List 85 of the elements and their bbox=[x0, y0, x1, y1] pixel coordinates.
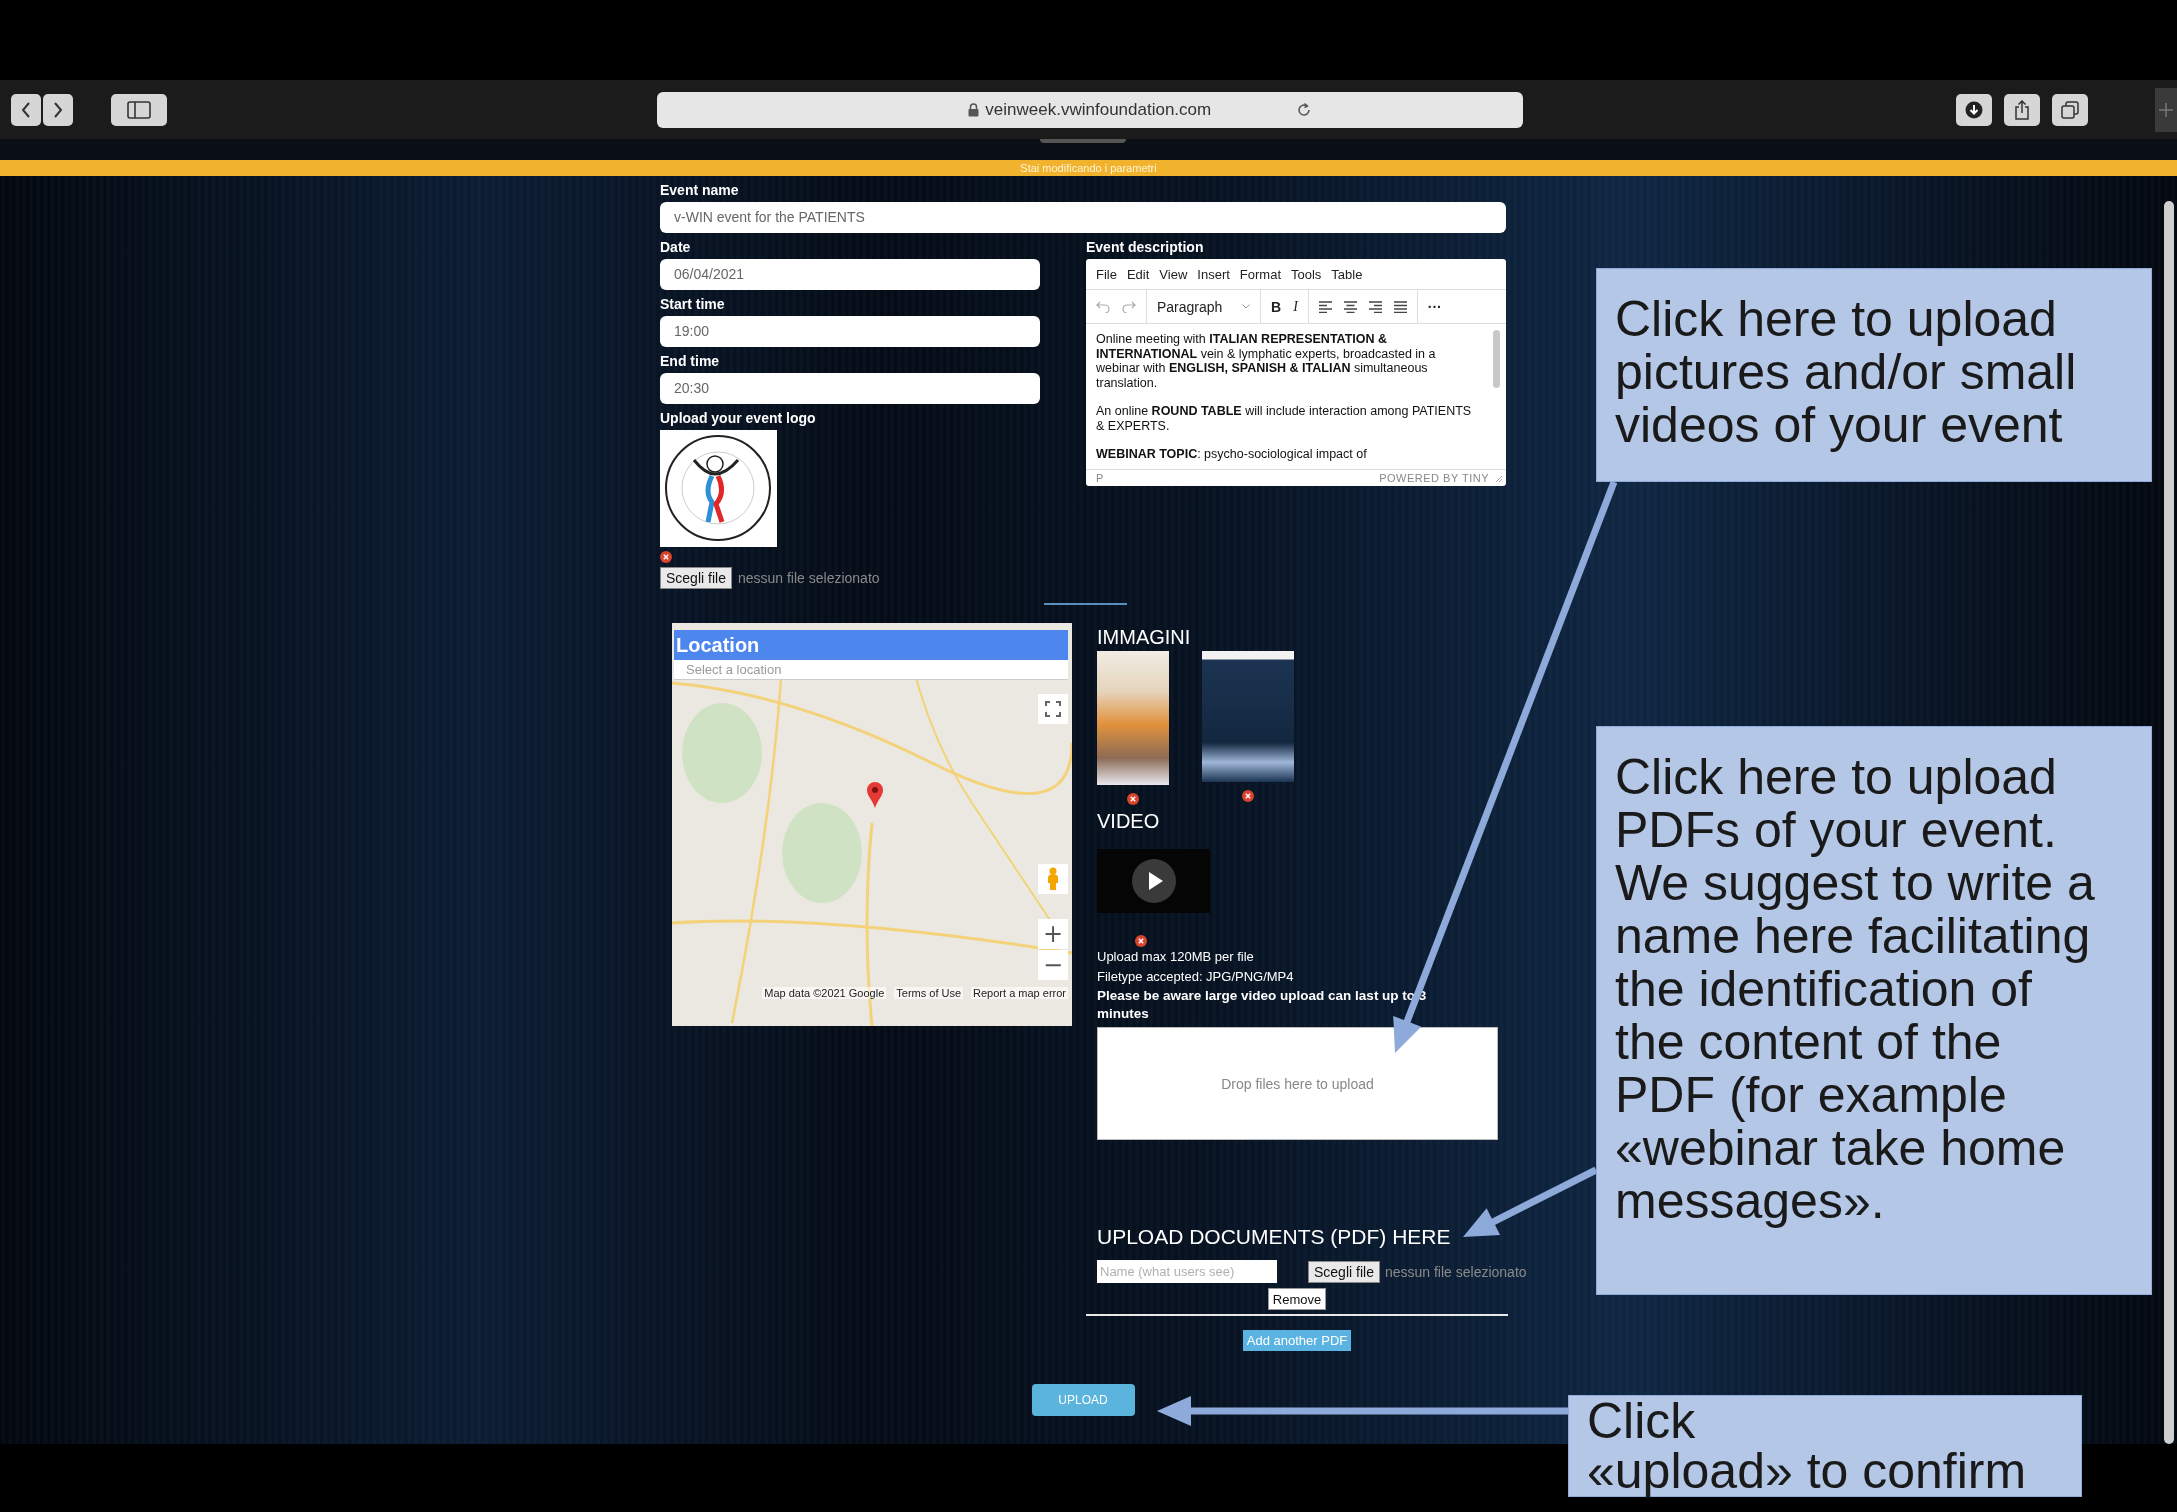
play-icon[interactable] bbox=[1131, 859, 1176, 903]
callout-note: Click «upload» to confirm bbox=[1568, 1395, 2082, 1497]
description-paragraph: An online ROUND TABLE will include interaction among PATIENTS & EXPERTS. bbox=[1096, 404, 1473, 433]
align-left-icon[interactable] bbox=[1318, 300, 1332, 313]
align-right-icon[interactable] bbox=[1368, 300, 1382, 313]
video-thumbnail[interactable] bbox=[1097, 849, 1210, 913]
plus-icon bbox=[2158, 101, 2174, 118]
description-paragraph: WEBINAR TOPIC: psycho-sociological impact of bbox=[1096, 447, 1368, 462]
tabs-button[interactable] bbox=[2052, 93, 2088, 126]
downloads-button[interactable] bbox=[1956, 93, 1992, 126]
sidebar-icon bbox=[127, 100, 151, 119]
lock-icon bbox=[968, 102, 980, 117]
forward-button[interactable] bbox=[43, 93, 73, 126]
chevron-right-icon bbox=[53, 101, 63, 118]
map-link[interactable]: Report a map error bbox=[971, 987, 1068, 999]
share-button[interactable] bbox=[2004, 93, 2040, 126]
field-label: End time bbox=[660, 352, 721, 370]
section-heading: IMMAGINI bbox=[1097, 625, 1192, 649]
fullscreen-button[interactable] bbox=[1038, 694, 1068, 724]
map-title: Location bbox=[674, 630, 1068, 660]
file-status: nessun file selezionato bbox=[1384, 1263, 1527, 1280]
paragraph-dropdown[interactable]: Paragraph bbox=[1147, 290, 1261, 323]
text-field[interactable]: 19:00 bbox=[660, 316, 1040, 347]
choose-file-button[interactable]: Scegli file bbox=[660, 567, 732, 589]
zoom-in-button[interactable]: + bbox=[1038, 919, 1068, 949]
resize-handle-icon[interactable] bbox=[1495, 474, 1502, 482]
text-field[interactable]: 06/04/2021 bbox=[660, 259, 1040, 290]
address-bar[interactable]: veinweek.vwinfoundation.com bbox=[656, 91, 1523, 128]
field-label: Event name bbox=[660, 181, 740, 199]
chevron-left-icon bbox=[21, 101, 31, 118]
tabs-icon bbox=[2061, 100, 2079, 119]
callout-note: Click here to upload pictures and/or small videos of your event bbox=[1596, 268, 2152, 482]
menu-item[interactable]: Insert bbox=[1197, 266, 1230, 282]
menu-item[interactable]: Table bbox=[1331, 266, 1363, 282]
justify-icon[interactable] bbox=[1393, 300, 1407, 313]
italic-button[interactable]: I bbox=[1293, 298, 1298, 315]
fullscreen-icon bbox=[1045, 701, 1061, 717]
callout-note: Click here to upload PDFs of your event. We suggest to write a name here facilitating the identification of the content of the PDF (for example «webinar take home messages». bbox=[1596, 726, 2152, 1295]
description-paragraph: Online meeting with ITALIAN REPRESENTATION & INTERNATIONAL vein & lymphatic experts, broadcasted in a webinar with ENGLISH, SPANISH & ITALIAN simultaneous translation. bbox=[1096, 332, 1437, 390]
map-link[interactable]: Terms of Use bbox=[894, 987, 964, 999]
more-button[interactable]: ··· bbox=[1427, 298, 1442, 315]
file-status: nessun file selezionato bbox=[737, 570, 880, 586]
map-placeholder[interactable]: Location Select a location + − Map data ©2021 Google Terms of Use Report a map error bbox=[672, 623, 1072, 1026]
map-attribution: Map data ©2021 Google bbox=[762, 987, 887, 999]
zoom-out-button[interactable]: − bbox=[1038, 950, 1068, 980]
remove-icon[interactable] bbox=[1242, 790, 1254, 802]
caret-icon bbox=[1242, 304, 1250, 309]
sidebar-button[interactable] bbox=[111, 93, 167, 126]
menu-item[interactable]: File bbox=[1096, 266, 1117, 282]
field-label: Start time bbox=[660, 295, 726, 313]
file-dropzone[interactable]: Drop files here to upload bbox=[1097, 1027, 1498, 1140]
field-label: Event description bbox=[1086, 238, 1205, 256]
download-icon bbox=[1965, 100, 1983, 119]
align-center-icon[interactable] bbox=[1343, 300, 1357, 313]
section-heading: VIDEO bbox=[1097, 809, 1161, 833]
field-label: Upload your event logo bbox=[660, 409, 817, 427]
upload-note: Upload max 120MB per file bbox=[1097, 948, 1255, 966]
remove-icon[interactable] bbox=[1127, 793, 1139, 805]
poster-thumbnail[interactable] bbox=[1202, 651, 1294, 782]
menu-item[interactable]: View bbox=[1159, 266, 1188, 282]
scrollbar[interactable] bbox=[2164, 201, 2174, 1444]
person-icon bbox=[1047, 867, 1059, 891]
text-field[interactable]: 20:30 bbox=[660, 373, 1040, 404]
remove-icon[interactable] bbox=[1135, 935, 1147, 947]
share-icon bbox=[2014, 99, 2030, 120]
menu-item[interactable]: Edit bbox=[1126, 266, 1150, 282]
scrollbar[interactable] bbox=[1493, 330, 1500, 388]
poster-thumbnail[interactable] bbox=[1097, 651, 1169, 785]
event-name-field[interactable]: v-WIN event for the PATIENTS bbox=[660, 202, 1506, 233]
field-label: Date bbox=[660, 238, 692, 256]
remove-button[interactable]: Remove bbox=[1267, 1288, 1327, 1310]
editor-branding: POWERED BY TINY bbox=[1379, 472, 1489, 484]
element-path: P bbox=[1096, 472, 1104, 484]
edit-mode-banner: Stai modificando i parametri bbox=[0, 160, 2177, 176]
bold-button[interactable]: B bbox=[1271, 298, 1282, 315]
menu-item[interactable]: Format bbox=[1239, 266, 1281, 282]
upload-note: Filetype accepted: JPG/PNG/MP4 bbox=[1097, 968, 1295, 986]
new-tab-button[interactable] bbox=[2155, 87, 2177, 132]
back-button[interactable] bbox=[11, 93, 41, 126]
reload-icon[interactable] bbox=[1295, 100, 1313, 119]
section-heading: UPLOAD DOCUMENTS (PDF) HERE bbox=[1096, 1224, 1452, 1250]
map-pin-icon[interactable] bbox=[866, 781, 884, 809]
remove-icon[interactable] bbox=[660, 551, 672, 563]
menu-item[interactable]: Tools bbox=[1291, 266, 1322, 282]
choose-file-button[interactable]: Scegli file bbox=[1308, 1260, 1380, 1283]
